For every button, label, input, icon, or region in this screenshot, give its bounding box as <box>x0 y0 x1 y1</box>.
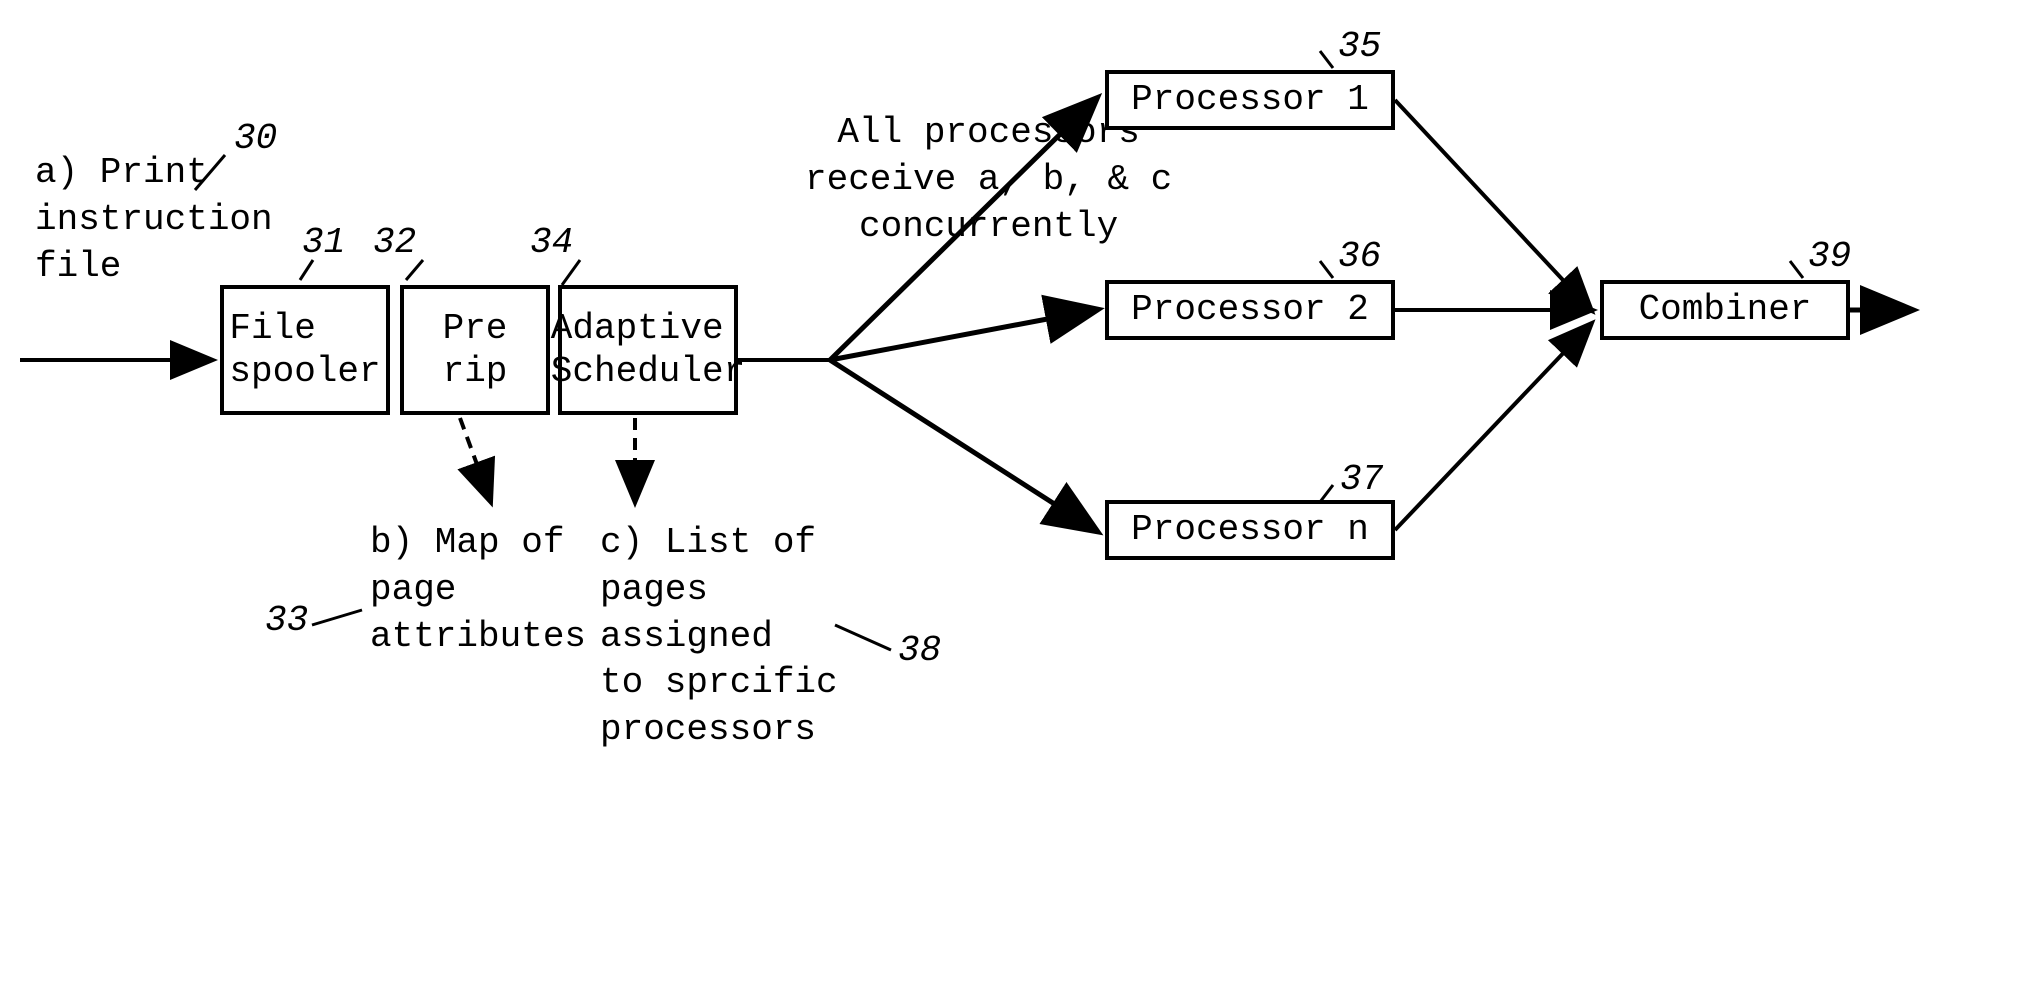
processor-2-ref: 36 <box>1338 236 1381 277</box>
distribution-label: All processors receive a, b, & c concurr… <box>805 110 1172 250</box>
pre-rip-output-ref: 33 <box>265 600 308 641</box>
pre-rip-box: Pre rip <box>400 285 550 415</box>
processor-1-label: Processor 1 <box>1131 78 1369 121</box>
adaptive-scheduler-output-label: c) List of pages assigned to sprcific pr… <box>600 520 838 754</box>
input-ref: 30 <box>234 118 277 159</box>
adaptive-scheduler-ref: 34 <box>530 222 573 263</box>
processor-1-ref: 35 <box>1338 26 1381 67</box>
combiner-label: Combiner <box>1639 288 1812 331</box>
file-spooler-label: File spooler <box>229 307 380 393</box>
adaptive-scheduler-label: Adaptive Scheduler <box>551 307 745 393</box>
pre-rip-output-label: b) Map of page attributes <box>370 520 586 660</box>
processor-n-ref: 37 <box>1340 459 1383 500</box>
diagram-container: a) Print instruction file 30 File spoole… <box>0 0 2034 1002</box>
file-spooler-box: File spooler <box>220 285 390 415</box>
combiner-box: Combiner <box>1600 280 1850 340</box>
combiner-ref: 39 <box>1808 236 1851 277</box>
pre-rip-ref: 32 <box>373 222 416 263</box>
file-spooler-ref: 31 <box>302 222 345 263</box>
processor-2-label: Processor 2 <box>1131 288 1369 331</box>
processor-n-label: Processor n <box>1131 508 1369 551</box>
processor-1-box: Processor 1 <box>1105 70 1395 130</box>
pre-rip-label: Pre rip <box>412 307 538 393</box>
adaptive-scheduler-output-ref: 38 <box>898 630 941 671</box>
input-label: a) Print instruction file <box>35 150 273 290</box>
adaptive-scheduler-box: Adaptive Scheduler <box>558 285 738 415</box>
processor-2-box: Processor 2 <box>1105 280 1395 340</box>
processor-n-box: Processor n <box>1105 500 1395 560</box>
